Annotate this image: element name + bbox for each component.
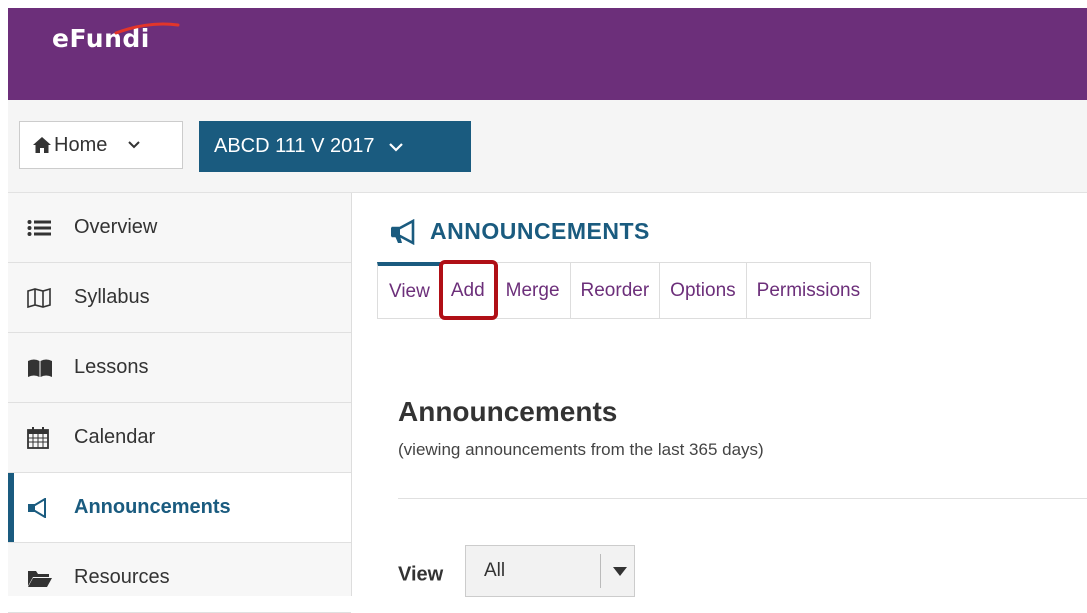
efundi-logo[interactable]: eFundi <box>52 22 180 53</box>
logo-swoosh-icon <box>114 22 180 35</box>
tab-options[interactable]: Options <box>660 262 747 318</box>
tool-title-text: ANNOUNCEMENTS <box>430 218 650 244</box>
megaphone-icon <box>391 218 415 245</box>
tool-sidebar: Overview Syllabus Lessons Calendar Annou… <box>8 193 352 613</box>
chevron-down-icon <box>389 142 404 152</box>
list-icon <box>27 217 55 239</box>
page-subtitle: (viewing announcements from the last 365… <box>398 440 764 459</box>
folder-icon <box>27 567 55 589</box>
sidebar-item-label: Resources <box>74 566 170 588</box>
sidebar-item-label: Lessons <box>74 356 149 378</box>
sidebar-item-label: Announcements <box>74 496 231 518</box>
site-label: ABCD 111 V 2017 <box>214 135 375 157</box>
tool-tabs: View Add Merge Reorder Options Permissio… <box>377 260 872 320</box>
megaphone-icon <box>27 497 55 519</box>
sidebar-item-overview[interactable]: Overview <box>8 193 351 263</box>
tab-permissions[interactable]: Permissions <box>746 262 872 318</box>
top-banner: eFundi <box>8 8 1087 100</box>
home-label: Home <box>54 133 108 156</box>
sidebar-item-resources[interactable]: Resources <box>8 543 351 613</box>
sidebar-item-label: Calendar <box>74 426 156 448</box>
home-icon <box>33 137 51 153</box>
sidebar-item-calendar[interactable]: Calendar <box>8 403 351 473</box>
tab-merge[interactable]: Merge <box>495 262 571 318</box>
sidebar-item-announcements[interactable]: Announcements <box>8 473 351 543</box>
view-filter-select[interactable]: All <box>465 545 635 597</box>
home-dropdown-button[interactable]: Home <box>19 121 183 169</box>
tab-view[interactable]: View <box>377 262 441 318</box>
book-icon <box>27 357 55 379</box>
caret-down-icon <box>613 567 627 576</box>
chevron-down-icon <box>128 141 141 149</box>
sidebar-item-label: Overview <box>74 216 158 238</box>
divider <box>398 498 1087 499</box>
sidebar-item-label: Syllabus <box>74 286 150 308</box>
map-icon <box>27 287 55 309</box>
tab-reorder[interactable]: Reorder <box>570 262 661 318</box>
select-divider <box>600 554 601 588</box>
sidebar-item-syllabus[interactable]: Syllabus <box>8 263 351 333</box>
site-navbar: Home ABCD 111 V 2017 <box>8 100 1087 193</box>
page-title: Announcements <box>398 396 618 427</box>
view-filter-value: All <box>484 560 506 581</box>
tab-add[interactable]: Add <box>438 260 498 320</box>
sidebar-item-lessons[interactable]: Lessons <box>8 333 351 403</box>
calendar-icon <box>27 426 55 449</box>
view-filter-label: View <box>398 563 444 586</box>
tool-title: ANNOUNCEMENTS <box>390 218 650 245</box>
site-dropdown-button[interactable]: ABCD 111 V 2017 <box>199 121 471 172</box>
